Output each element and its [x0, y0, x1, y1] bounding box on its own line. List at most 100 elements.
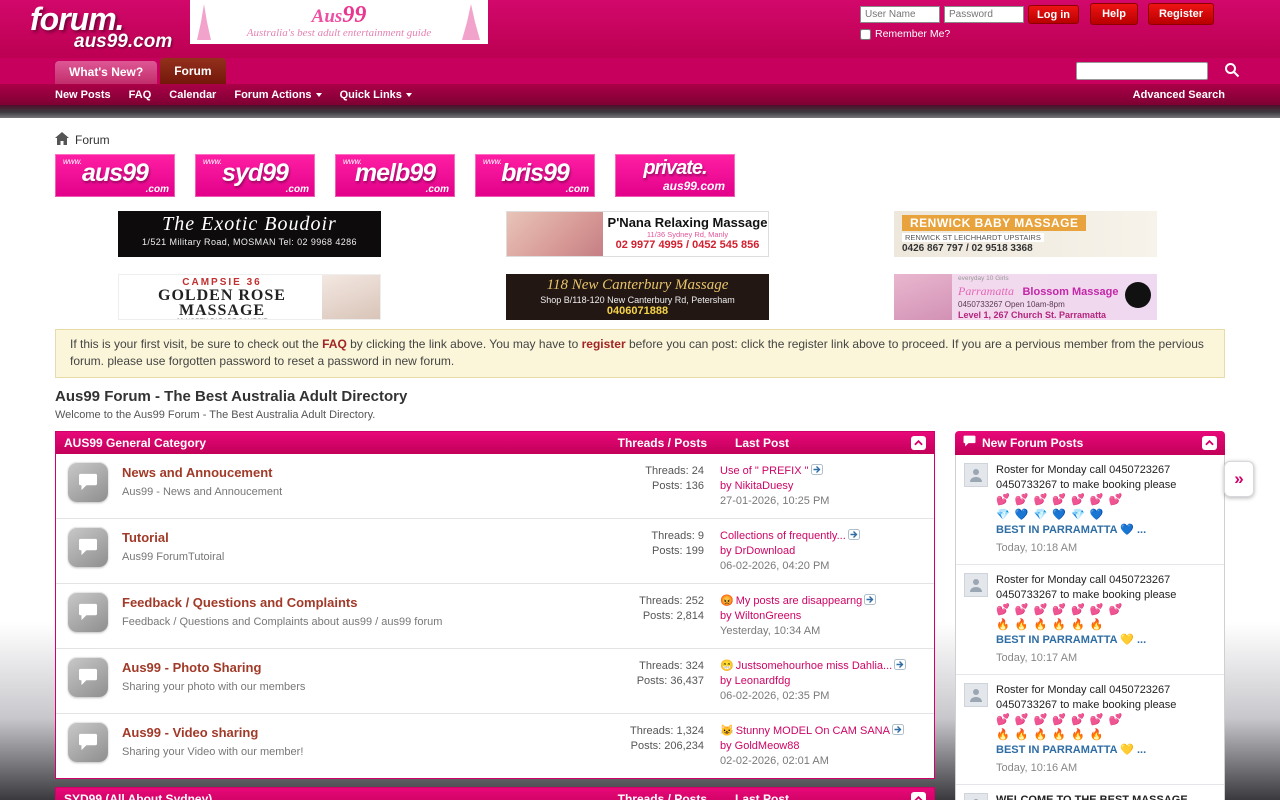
- goto-last-post-icon[interactable]: [894, 659, 906, 670]
- search-input[interactable]: [1076, 62, 1208, 80]
- register-link[interactable]: register: [582, 337, 626, 351]
- icons-emoji: 🔥 🔥 🔥 🔥 🔥 🔥: [996, 618, 1216, 633]
- sidebar-toggle-button[interactable]: »: [1224, 461, 1254, 497]
- search-button[interactable]: [1220, 61, 1244, 81]
- sub-nav: New Posts FAQ Calendar Forum Actions Qui…: [0, 84, 1280, 105]
- forum-last-post: 😡My posts are disappearng by WiltonGreen…: [720, 592, 926, 639]
- last-post-link[interactable]: Justsomehourhoe miss Dahlia...: [736, 660, 893, 672]
- forum-icon: [68, 592, 108, 632]
- last-post-author-link[interactable]: by WiltonGreens: [720, 610, 801, 622]
- ad-golden-rose-massage[interactable]: CAMPSIE 36 GOLDEN ROSE MASSAGE 36 NORTH …: [118, 274, 381, 320]
- forum-title-link[interactable]: Aus99 - Photo Sharing: [122, 660, 261, 675]
- ad-row-2: CAMPSIE 36 GOLDEN ROSE MASSAGE 36 NORTH …: [0, 274, 1280, 320]
- tab-whats-new[interactable]: What's New?: [55, 61, 157, 84]
- sidebar-post-link[interactable]: Roster for Monday call 0450723267 045073…: [996, 573, 1216, 648]
- forum-last-post: 😁Justsomehourhoe miss Dahlia... by Leona…: [720, 657, 926, 704]
- site-logo-domain: aus99.com: [74, 32, 172, 51]
- site-logo-syd99[interactable]: www. syd99 .com: [195, 154, 315, 197]
- forum-stats: Threads: 324 Posts: 36,437: [599, 657, 704, 689]
- ad-canterbury-massage[interactable]: 118 New Canterbury Massage Shop B/118-12…: [506, 274, 769, 320]
- collapse-category-icon[interactable]: [911, 436, 926, 450]
- post-date: Today, 10:16 AM: [996, 761, 1216, 776]
- site-logo-aus99[interactable]: www. aus99 .com: [55, 154, 175, 197]
- category-title: SYD99 (All About Sydney): [64, 792, 618, 800]
- remember-me-label: Remember Me?: [875, 28, 950, 40]
- avatar[interactable]: [964, 793, 988, 800]
- tab-forum[interactable]: Forum: [160, 58, 225, 84]
- login-button[interactable]: Log in: [1028, 5, 1079, 24]
- header-shadow-strip: [0, 105, 1280, 118]
- sidebar-post-link[interactable]: WELCOME TO THE BEST MASSAGE: [996, 793, 1188, 800]
- home-icon[interactable]: [55, 132, 69, 148]
- collapse-sidebar-icon[interactable]: [1202, 436, 1217, 450]
- last-post-date: 06-02-2026, 04:20 PM: [720, 559, 926, 574]
- ad-exotic-boudoir[interactable]: The Exotic Boudoir 1/521 Military Road, …: [118, 211, 381, 257]
- help-button[interactable]: Help: [1090, 3, 1138, 25]
- ad-renwick-massage[interactable]: RENWICK BABY MASSAGE RENWICK ST LEICHHAR…: [894, 211, 1157, 257]
- last-post-author-link[interactable]: by NikitaDuesy: [720, 480, 793, 492]
- nav-quick-links[interactable]: Quick Links: [340, 89, 412, 101]
- sidebar-post-link[interactable]: Roster for Monday call 0450723267 045073…: [996, 463, 1216, 538]
- avatar[interactable]: [964, 683, 988, 707]
- last-post-author-link[interactable]: by GoldMeow88: [720, 740, 800, 752]
- nav-forum-actions[interactable]: Forum Actions: [234, 89, 321, 101]
- breadcrumb-forum-link[interactable]: Forum: [75, 133, 110, 147]
- site-logo-melb99[interactable]: www. melb99 .com: [335, 154, 455, 197]
- collapse-category-icon[interactable]: [911, 792, 926, 800]
- icons-emoji: 🔥 🔥 🔥 🔥 🔥 🔥: [996, 728, 1216, 743]
- nav-new-posts[interactable]: New Posts: [55, 89, 111, 101]
- forum-row: News and Annoucement Aus99 - News and An…: [56, 454, 934, 518]
- first-visit-notice: If this is your first visit, be sure to …: [55, 329, 1225, 378]
- nav-calendar[interactable]: Calendar: [169, 89, 216, 101]
- forum-description: Feedback / Questions and Complaints abou…: [122, 616, 599, 628]
- remember-me-checkbox[interactable]: [860, 29, 871, 40]
- last-post-link[interactable]: Stunny MODEL On CAM SANA: [736, 725, 890, 737]
- thread-emoji-icon: 😺: [720, 725, 734, 737]
- goto-last-post-icon[interactable]: [811, 464, 823, 475]
- header-ad-banner[interactable]: Aus99 Australia's best adult entertainme…: [190, 0, 488, 44]
- forum-title-link[interactable]: Feedback / Questions and Complaints: [122, 595, 358, 610]
- last-post-author-link[interactable]: by DrDownload: [720, 545, 795, 557]
- last-post-link[interactable]: Use of " PREFIX ": [720, 465, 809, 477]
- forum-icon: [68, 722, 108, 762]
- goto-last-post-icon[interactable]: [864, 594, 876, 605]
- sidebar-header: New Forum Posts: [955, 431, 1225, 455]
- forum-title-link[interactable]: News and Annoucement: [122, 465, 272, 480]
- register-button[interactable]: Register: [1148, 3, 1214, 25]
- category-title: AUS99 General Category: [64, 436, 618, 450]
- goto-last-post-icon[interactable]: [848, 529, 860, 540]
- forum-title-link[interactable]: Aus99 - Video sharing: [122, 725, 258, 740]
- last-post-link[interactable]: Collections of frequently...: [720, 530, 846, 542]
- forum-description: Sharing your Video with our member!: [122, 746, 599, 758]
- faq-link[interactable]: FAQ: [322, 337, 347, 351]
- hearts-emoji: 💕 💕 💕 💕 💕 💕 💕: [996, 603, 1216, 618]
- tower-icon: [194, 2, 214, 44]
- sidebar-new-forum-posts: New Forum Posts Roster for Monday call 0…: [955, 431, 1225, 800]
- forum-stats: Threads: 9 Posts: 199: [599, 527, 704, 559]
- last-post-author-link[interactable]: by Leonardfdg: [720, 675, 790, 687]
- forum-description: Sharing your photo with our members: [122, 681, 599, 693]
- ad-photo: [322, 275, 380, 319]
- site-logo-bris99[interactable]: www. bris99 .com: [475, 154, 595, 197]
- category-header: AUS99 General Category Threads / Posts L…: [56, 432, 934, 454]
- site-logo-private-aus99[interactable]: private. aus99.com: [615, 154, 735, 197]
- ad-blossom-massage[interactable]: everyday 10 Girls Parramatta Blossom Mas…: [894, 274, 1157, 320]
- ad-pnana-massage[interactable]: P'Nana Relaxing Massage 11/36 Sydney Rd,…: [506, 211, 769, 257]
- avatar[interactable]: [964, 573, 988, 597]
- password-input[interactable]: [944, 6, 1024, 23]
- ad-logo-circle: [1125, 282, 1151, 308]
- last-post-link[interactable]: My posts are disappearng: [736, 595, 863, 607]
- advanced-search-link[interactable]: Advanced Search: [1133, 89, 1225, 101]
- forum-title-link[interactable]: Tutorial: [122, 530, 169, 545]
- forum-icon: [68, 527, 108, 567]
- avatar[interactable]: [964, 463, 988, 487]
- goto-last-post-icon[interactable]: [892, 724, 904, 735]
- forum-last-post: Use of " PREFIX " by NikitaDuesy 27-01-2…: [720, 462, 926, 509]
- sidebar-post-link[interactable]: Roster for Monday call 0450723267 045073…: [996, 683, 1216, 758]
- last-post-date: Yesterday, 10:34 AM: [720, 624, 926, 639]
- column-threads-posts: Threads / Posts: [618, 436, 707, 450]
- username-input[interactable]: [860, 6, 940, 23]
- site-logo[interactable]: forum. aus99.com: [30, 3, 172, 51]
- nav-faq[interactable]: FAQ: [129, 89, 152, 101]
- login-area: Log in Remember Me?: [860, 5, 1079, 40]
